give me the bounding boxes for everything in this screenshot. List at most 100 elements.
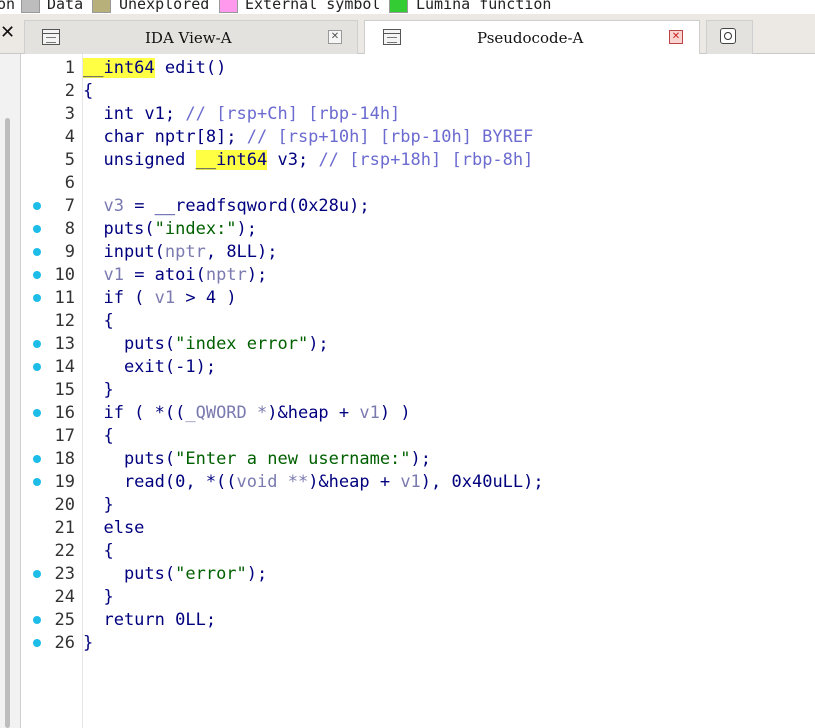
code-line[interactable]: 10 v1 = atoi(nptr); [21, 264, 815, 287]
tab-close-button[interactable]: ✕ [328, 30, 342, 44]
code-token[interactable]: } [83, 495, 113, 515]
breakpoint-marker[interactable] [33, 570, 41, 578]
code-token[interactable]: v3; [267, 150, 318, 170]
code-text[interactable]: v1 = atoi(nptr); [83, 265, 267, 285]
code-text[interactable]: puts("Enter a new username:"); [83, 449, 431, 469]
code-token[interactable]: ), 0x40uLL); [421, 472, 544, 492]
comment[interactable]: // [rsp+18h] [rbp-8h] [318, 150, 533, 170]
code-token[interactable]: { [83, 311, 113, 331]
code-text[interactable]: puts("index error"); [83, 334, 329, 354]
code-token[interactable]: } [83, 633, 93, 653]
code-text[interactable]: } [83, 495, 113, 515]
code-text[interactable]: } [83, 587, 113, 607]
breakpoint-marker[interactable] [33, 363, 41, 371]
tab-hex-view[interactable] [706, 20, 753, 54]
code-line[interactable]: 16 if ( *((_QWORD *)&heap + v1) ) [21, 402, 815, 425]
breakpoint-marker[interactable] [33, 409, 41, 417]
vertical-scrollbar[interactable] [5, 118, 10, 728]
code-text[interactable]: puts("index:"); [83, 219, 257, 239]
comment[interactable]: // [rsp+Ch] [rbp-14h] [185, 104, 400, 124]
code-line[interactable]: 12 { [21, 310, 815, 333]
code-token[interactable] [83, 265, 103, 285]
code-token[interactable]: } [83, 587, 113, 607]
variable-token[interactable]: v1 [155, 288, 175, 308]
code-token[interactable]: int v1; [83, 104, 185, 124]
variable-token[interactable]: v1 [103, 265, 123, 285]
code-token[interactable]: ); [308, 334, 328, 354]
pseudocode-editor[interactable]: 1 __int64 edit() 2{3 int v1; // [rsp+Ch] [… [21, 54, 815, 728]
breakpoint-marker[interactable] [33, 248, 41, 256]
code-line[interactable]: 5 unsigned __int64 v3; // [rsp+18h] [rbp… [21, 149, 815, 172]
code-line[interactable]: 8 puts("index:"); [21, 218, 815, 241]
code-text[interactable]: { [83, 426, 113, 446]
code-token[interactable]: ); [247, 564, 267, 584]
code-line[interactable]: 4 char nptr[8]; // [rsp+10h] [rbp-10h] B… [21, 126, 815, 149]
code-text[interactable]: int v1; // [rsp+Ch] [rbp-14h] [83, 104, 400, 124]
code-token[interactable]: puts( [83, 219, 154, 239]
variable-token[interactable]: _QWORD * [185, 403, 267, 423]
code-text[interactable]: } [83, 380, 113, 400]
code-line[interactable]: 13 puts("index error"); [21, 333, 815, 356]
code-token[interactable]: , 8LL); [206, 242, 278, 262]
code-line[interactable]: 23 puts("error"); [21, 563, 815, 586]
code-text[interactable]: input(nptr, 8LL); [83, 242, 278, 262]
code-line[interactable]: 19 read(0, *((void **)&heap + v1), 0x40u… [21, 471, 815, 494]
breakpoint-marker[interactable] [33, 478, 41, 486]
code-token[interactable]: puts( [83, 564, 175, 584]
string-literal[interactable]: "index error" [175, 334, 308, 354]
code-token[interactable]: ) ) [380, 403, 411, 423]
code-token[interactable]: if ( *(( [83, 403, 185, 423]
panel-close-button[interactable]: ✕ [0, 14, 20, 52]
code-line[interactable]: 2{ [21, 80, 815, 103]
code-text[interactable]: { [83, 541, 113, 561]
code-text[interactable]: __int64 edit() [83, 58, 226, 78]
code-token[interactable]: = atoi( [124, 265, 206, 285]
code-token[interactable]: read(0, *(( [83, 472, 237, 492]
code-line[interactable]: 1 __int64 edit() [21, 57, 815, 80]
breakpoint-marker[interactable] [33, 225, 41, 233]
breakpoint-marker[interactable] [33, 271, 41, 279]
string-literal[interactable]: "index:" [155, 219, 237, 239]
code-line[interactable]: 11 if ( v1 > 4 ) [21, 287, 815, 310]
code-token[interactable]: if ( [83, 288, 155, 308]
code-token[interactable]: )&heap + [267, 403, 359, 423]
code-line[interactable]: 9 input(nptr, 8LL); [21, 241, 815, 264]
code-line[interactable]: 26} [21, 632, 815, 655]
breakpoint-marker[interactable] [33, 616, 41, 624]
code-text[interactable]: if ( *((_QWORD *)&heap + v1) ) [83, 403, 411, 423]
string-literal[interactable]: "error" [175, 564, 247, 584]
code-token[interactable]: input( [83, 242, 164, 262]
code-token[interactable]: ); [411, 449, 431, 469]
highlighted-token[interactable]: __int64 [83, 58, 155, 78]
tab-ida-view-a[interactable]: IDA View-A ✕ [24, 20, 358, 54]
code-token[interactable]: { [83, 81, 93, 101]
code-token[interactable]: { [83, 426, 113, 446]
code-text[interactable]: puts("error"); [83, 564, 267, 584]
breakpoint-marker[interactable] [33, 294, 41, 302]
tab-pseudocode-a[interactable]: Pseudocode-A ✕ [364, 20, 700, 54]
code-text[interactable]: if ( v1 > 4 ) [83, 288, 236, 308]
code-token[interactable]: puts( [83, 334, 175, 354]
code-token[interactable]: edit() [155, 58, 226, 78]
code-token[interactable]: return 0LL; [83, 610, 216, 630]
variable-token[interactable]: v1 [400, 472, 420, 492]
comment[interactable]: // [rsp+10h] [rbp-10h] BYREF [247, 127, 534, 147]
code-line[interactable]: 22 { [21, 540, 815, 563]
code-line[interactable]: 24 } [21, 586, 815, 609]
code-line[interactable]: 14 exit(-1); [21, 356, 815, 379]
code-token[interactable]: ); [247, 265, 267, 285]
tab-close-button[interactable]: ✕ [669, 30, 683, 44]
code-line[interactable]: 21 else [21, 517, 815, 540]
breakpoint-marker[interactable] [33, 639, 41, 647]
code-line[interactable]: 25 return 0LL; [21, 609, 815, 632]
variable-token[interactable]: nptr [165, 242, 206, 262]
code-line[interactable]: 20 } [21, 494, 815, 517]
code-text[interactable]: exit(-1); [83, 357, 216, 377]
code-text[interactable]: else [83, 518, 144, 538]
code-text[interactable]: return 0LL; [83, 610, 216, 630]
breakpoint-marker[interactable] [33, 202, 41, 210]
variable-token[interactable]: nptr [206, 265, 247, 285]
code-line[interactable]: 17 { [21, 425, 815, 448]
code-text[interactable]: read(0, *((void **)&heap + v1), 0x40uLL)… [83, 472, 544, 492]
variable-token[interactable]: v3 [103, 196, 123, 216]
